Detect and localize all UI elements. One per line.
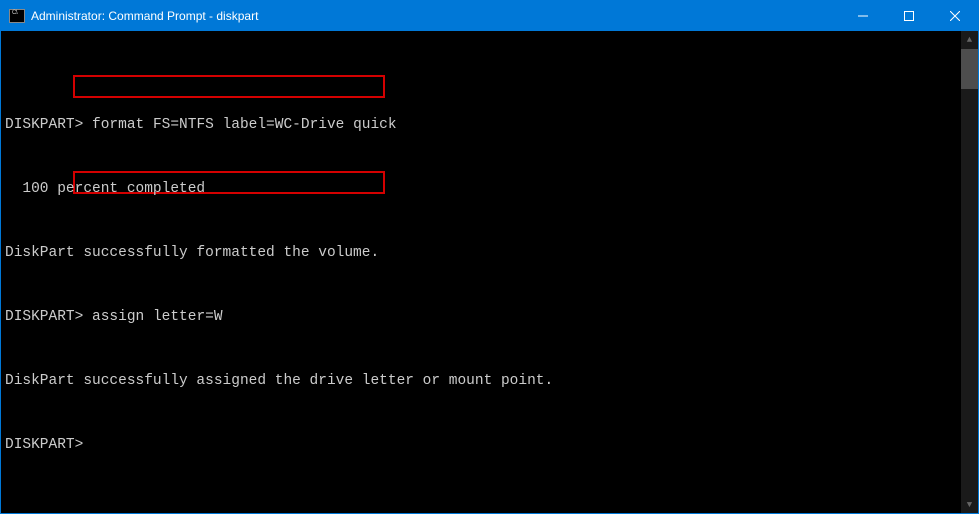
scroll-down-arrow-icon[interactable]: ▼ — [961, 496, 978, 513]
close-button[interactable] — [932, 1, 978, 31]
terminal-line: DISKPART> format FS=NTFS label=WC-Drive … — [5, 117, 957, 133]
terminal-line: DISKPART> assign letter=W — [5, 309, 957, 325]
command-text: assign letter=W — [83, 309, 222, 325]
terminal-area: DISKPART> format FS=NTFS label=WC-Drive … — [1, 31, 978, 513]
terminal-line: DiskPart successfully formatted the volu… — [5, 245, 957, 261]
prompt: DISKPART> — [5, 309, 83, 325]
scroll-up-arrow-icon[interactable]: ▲ — [961, 31, 978, 48]
minimize-button[interactable] — [840, 1, 886, 31]
prompt: DISKPART> — [5, 117, 83, 133]
vertical-scrollbar[interactable]: ▲ ▼ — [961, 31, 978, 513]
window-controls — [840, 1, 978, 31]
titlebar[interactable]: C:\ Administrator: Command Prompt - disk… — [1, 1, 978, 31]
command-prompt-window: C:\ Administrator: Command Prompt - disk… — [0, 0, 979, 514]
command-text: format FS=NTFS label=WC-Drive quick — [83, 117, 396, 133]
window-title: Administrator: Command Prompt - diskpart — [31, 9, 840, 23]
scroll-thumb[interactable] — [961, 49, 978, 89]
maximize-button[interactable] — [886, 1, 932, 31]
highlight-format-command — [73, 75, 385, 98]
cmd-icon: C:\ — [9, 9, 25, 23]
terminal-output[interactable]: DISKPART> format FS=NTFS label=WC-Drive … — [1, 31, 961, 513]
terminal-line: 100 percent completed — [5, 181, 957, 197]
terminal-line: DiskPart successfully assigned the drive… — [5, 373, 957, 389]
terminal-line: DISKPART> — [5, 437, 957, 453]
